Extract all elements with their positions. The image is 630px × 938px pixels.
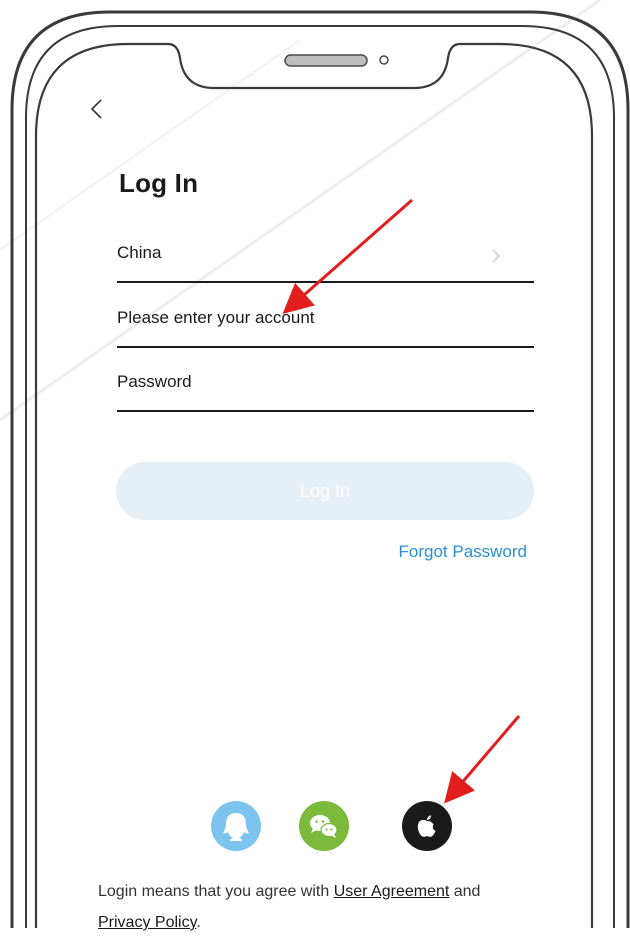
account-field[interactable]: Please enter your account — [117, 302, 534, 348]
chevron-left-icon — [90, 99, 102, 119]
apple-icon — [417, 815, 436, 837]
agreement-prefix: Login means that you agree with — [98, 883, 334, 900]
wechat-login-button[interactable] — [299, 801, 349, 851]
agreement-suffix: . — [196, 914, 201, 931]
qq-penguin-icon — [223, 813, 249, 841]
account-underline — [117, 346, 534, 348]
privacy-policy-link[interactable]: Privacy Policy — [98, 914, 196, 931]
front-camera — [379, 55, 389, 65]
region-underline — [117, 281, 534, 283]
agreement-and: and — [449, 883, 481, 900]
user-agreement-link[interactable]: User Agreement — [334, 883, 450, 900]
password-field[interactable]: Password — [117, 366, 534, 412]
account-placeholder: Please enter your account — [117, 308, 315, 327]
password-underline — [117, 410, 534, 412]
back-button[interactable] — [86, 96, 112, 126]
password-placeholder: Password — [117, 372, 192, 391]
apple-login-button[interactable] — [402, 801, 452, 851]
speaker-grille — [284, 54, 368, 67]
chevron-right-icon — [492, 249, 500, 263]
page-title: Log In — [119, 168, 199, 198]
wechat-icon — [310, 815, 338, 838]
forgot-password-link[interactable]: Forgot Password — [399, 542, 528, 562]
region-value: China — [117, 243, 162, 262]
agreement-text: Login means that you agree with User Agr… — [98, 876, 568, 938]
qq-login-button[interactable] — [211, 801, 261, 851]
login-button[interactable]: Log In — [116, 462, 534, 520]
region-selector[interactable]: China — [117, 237, 534, 283]
